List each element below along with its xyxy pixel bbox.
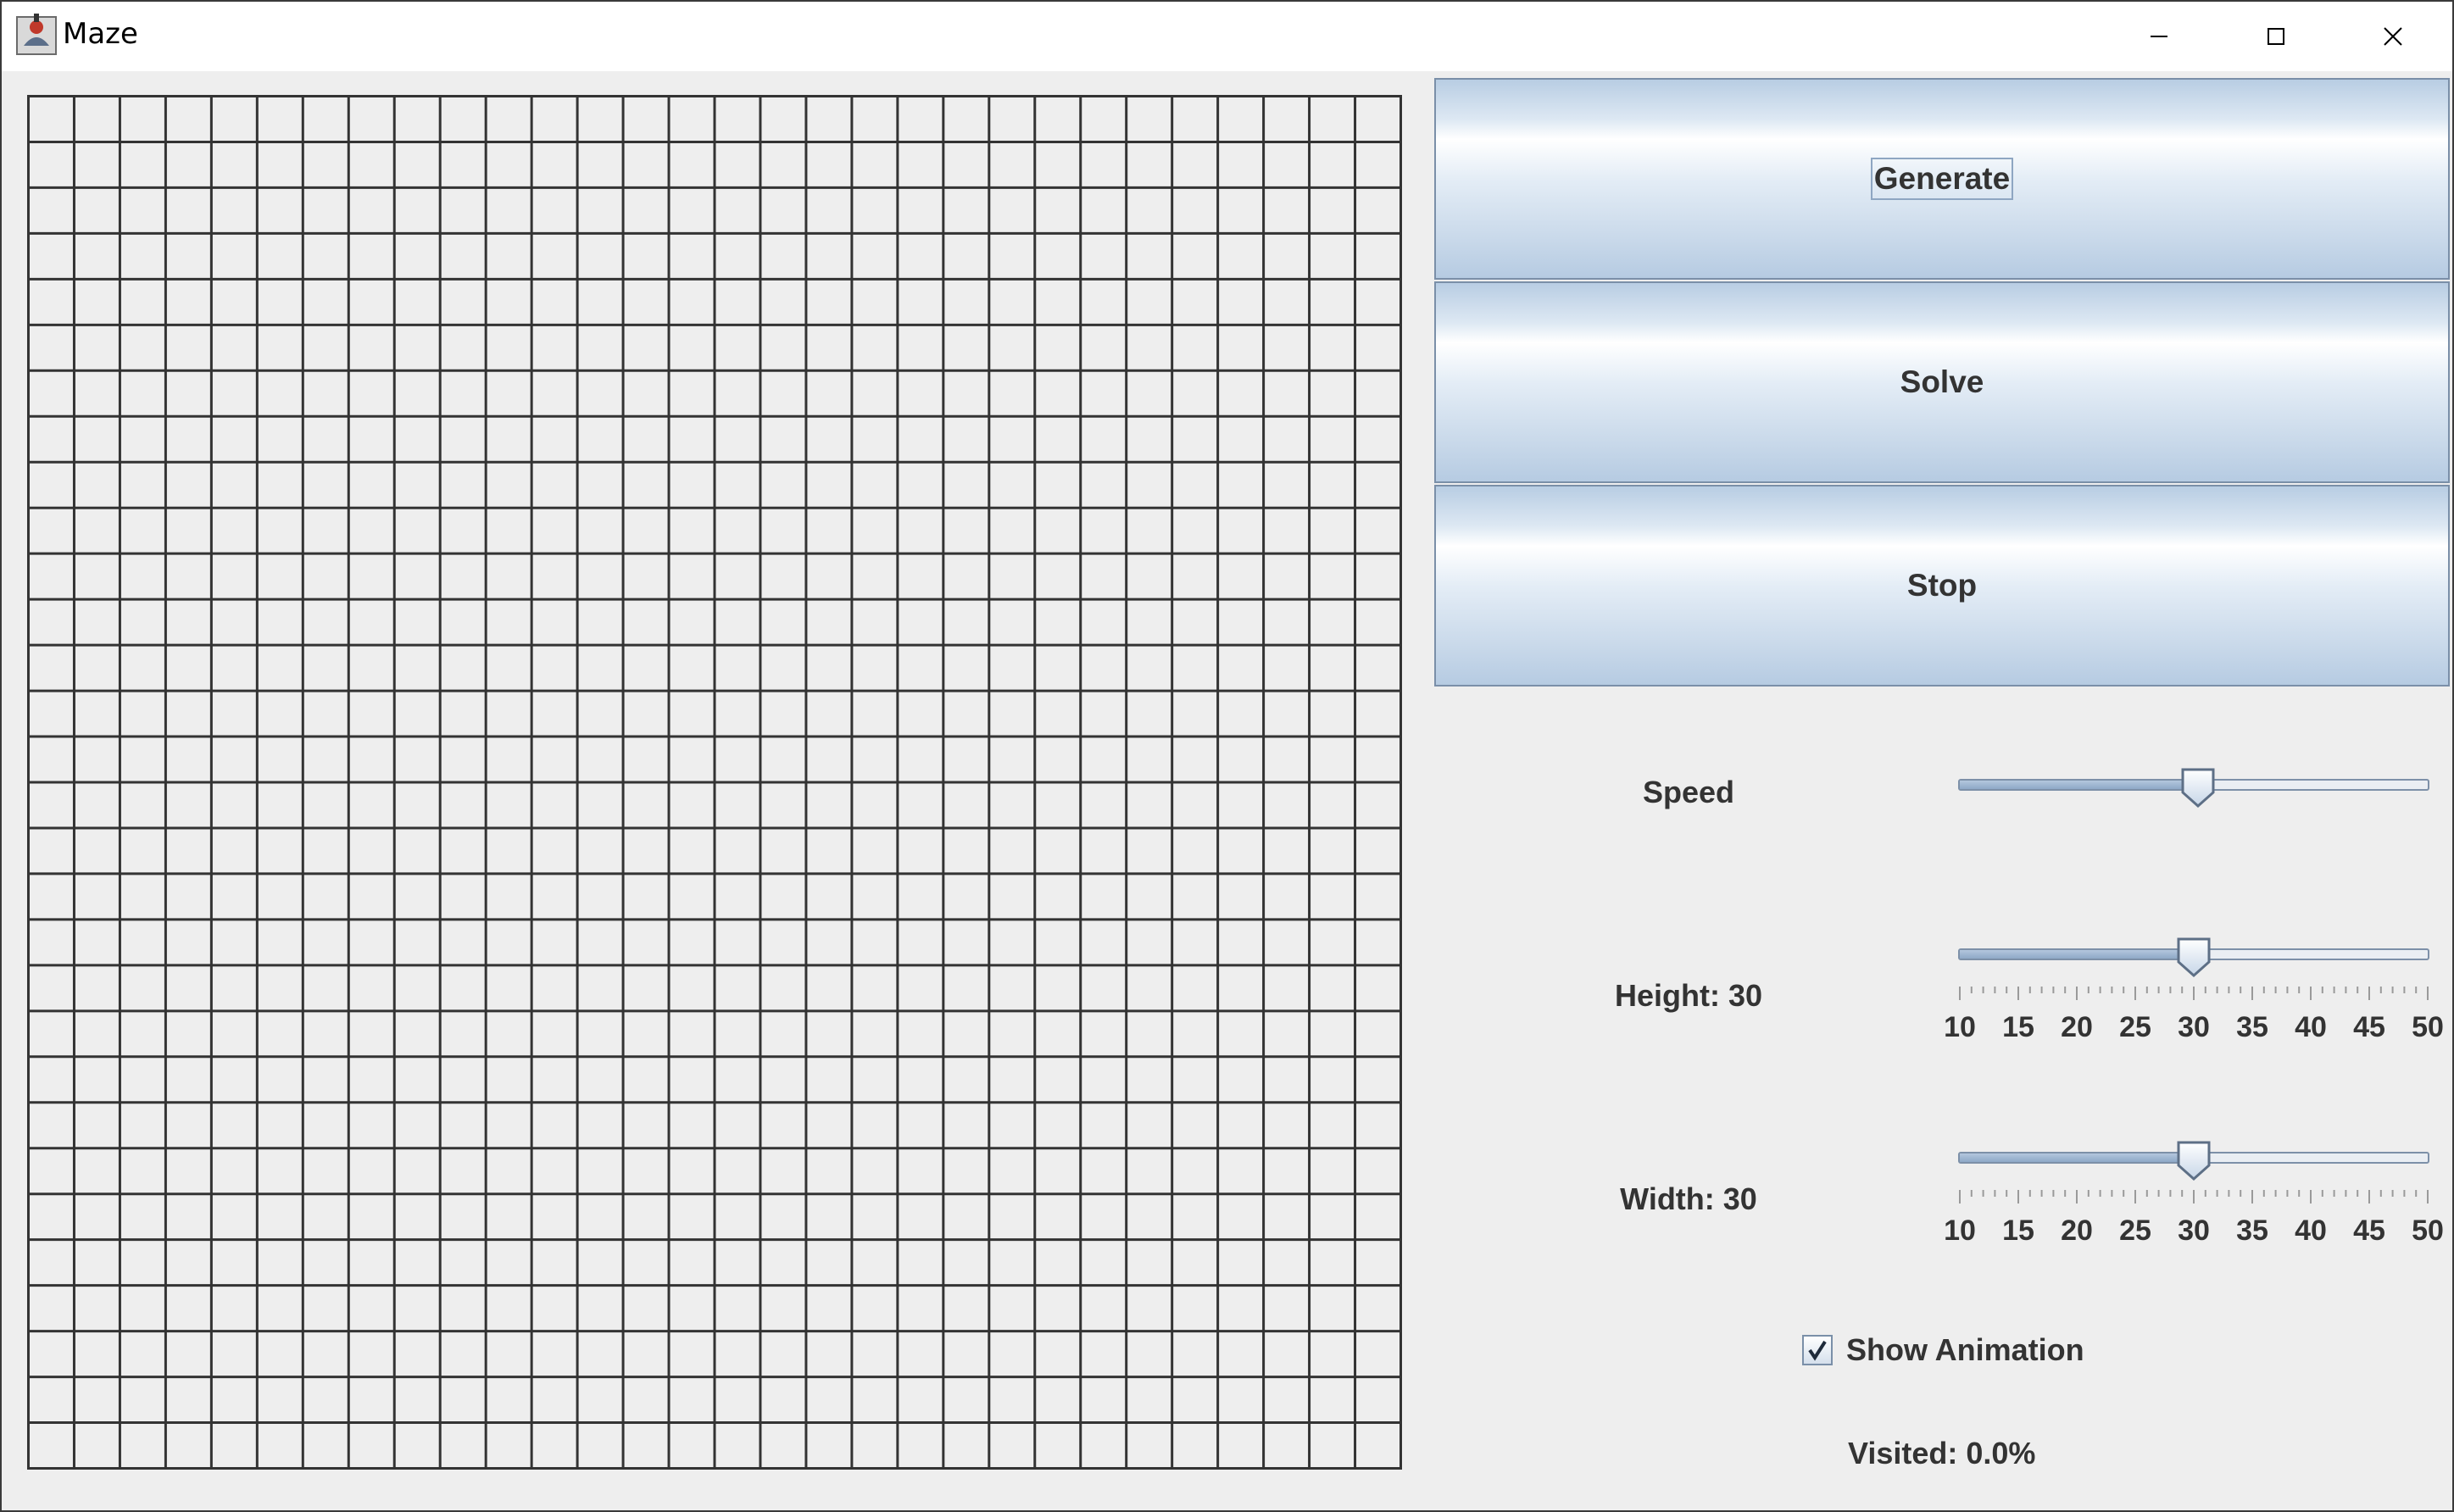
speed-slider-thumb[interactable] xyxy=(2179,767,2217,808)
tick-label: 30 xyxy=(2178,1215,2210,1247)
tick-label: 35 xyxy=(2236,1011,2268,1043)
tick-label: 35 xyxy=(2236,1215,2268,1247)
solve-button[interactable]: Solve xyxy=(1434,281,2450,483)
generate-button-label: Generate xyxy=(1870,158,2014,200)
tick-label: 50 xyxy=(2412,1215,2444,1247)
tick-label: 25 xyxy=(2119,1215,2151,1247)
tick-label: 25 xyxy=(2119,1011,2151,1043)
maximize-button[interactable] xyxy=(2218,2,2334,71)
width-slider-tick-labels: 10 15 20 25 30 35 40 45 50 xyxy=(1944,1215,2454,1248)
minimize-button[interactable] xyxy=(2101,2,2218,71)
java-app-icon xyxy=(16,14,57,55)
window-title: Maze xyxy=(63,17,138,51)
height-slider-ticks xyxy=(1959,987,2429,1000)
tick-label: 10 xyxy=(1944,1215,1976,1247)
solve-button-label: Solve xyxy=(1900,364,1984,399)
tick-label: 50 xyxy=(2412,1011,2444,1043)
visited-status: Visited: 0.0% xyxy=(1848,1436,2036,1470)
tick-label: 15 xyxy=(2002,1215,2034,1247)
height-slider-fill xyxy=(1960,950,2195,959)
title-bar: Maze xyxy=(2,2,2452,71)
app-window: Maze Generate Solve Stop Speed Height: 3… xyxy=(0,0,2454,1512)
tick-label: 20 xyxy=(2061,1011,2093,1043)
generate-button[interactable]: Generate xyxy=(1434,78,2450,280)
show-animation-label: Show Animation xyxy=(1846,1332,2084,1367)
height-slider-tick-labels: 10 15 20 25 30 35 40 45 50 xyxy=(1944,1011,2454,1045)
show-animation-checkbox[interactable] xyxy=(1802,1335,1833,1365)
width-label: Width: 30 xyxy=(1620,1181,1757,1216)
height-label: Height: 30 xyxy=(1614,978,1763,1013)
stop-button-label: Stop xyxy=(1906,568,1978,603)
stop-button[interactable]: Stop xyxy=(1434,485,2450,687)
width-slider-thumb[interactable] xyxy=(2175,1140,2212,1181)
width-slider-fill xyxy=(1960,1153,2195,1162)
tick-label: 20 xyxy=(2061,1215,2093,1247)
close-button[interactable] xyxy=(2334,2,2451,71)
close-icon xyxy=(2384,27,2402,46)
tick-label: 45 xyxy=(2353,1011,2385,1043)
speed-slider-fill xyxy=(1960,781,2201,789)
height-slider[interactable]: 10 15 20 25 30 35 40 45 50 xyxy=(1944,937,2444,1055)
tick-label: 30 xyxy=(2178,1011,2210,1043)
minimize-icon xyxy=(2151,36,2167,37)
speed-slider[interactable] xyxy=(1958,767,2429,818)
tick-label: 40 xyxy=(2295,1215,2327,1247)
width-slider-ticks xyxy=(1959,1190,2429,1203)
maximize-icon xyxy=(2268,28,2284,45)
tick-label: 15 xyxy=(2002,1011,2034,1043)
tick-label: 45 xyxy=(2353,1215,2385,1247)
speed-label: Speed xyxy=(1642,775,1735,809)
height-slider-thumb[interactable] xyxy=(2175,937,2212,977)
width-slider[interactable]: 10 15 20 25 30 35 40 45 50 xyxy=(1944,1140,2444,1259)
tick-label: 10 xyxy=(1944,1011,1976,1043)
maze-grid xyxy=(27,95,1402,1470)
checkmark-icon xyxy=(1808,1340,1827,1361)
tick-label: 40 xyxy=(2295,1011,2327,1043)
